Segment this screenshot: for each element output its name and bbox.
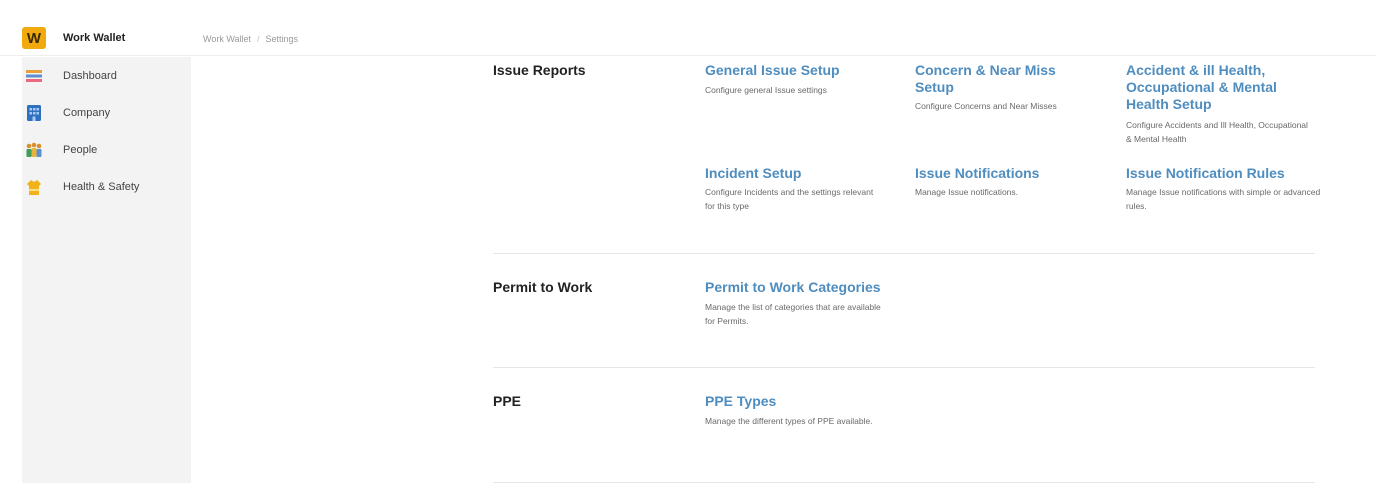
card-title-link[interactable]: Concern & Near Miss Setup: [915, 62, 1095, 96]
top-bar: W Work Wallet Work Wallet / Settings: [0, 0, 1376, 56]
people-icon: [25, 141, 43, 159]
card-title-link[interactable]: General Issue Setup: [705, 62, 895, 79]
card-issue-notification-rules[interactable]: Issue Notification Rules Manage Issue no…: [1126, 165, 1321, 213]
section-divider: [493, 253, 1315, 254]
sidebar-item-people[interactable]: People: [22, 137, 191, 163]
breadcrumb-root[interactable]: Work Wallet: [203, 34, 251, 44]
section-title: Permit to Work: [493, 279, 593, 295]
sidebar-item-company[interactable]: Company: [22, 100, 191, 126]
breadcrumb-current: Settings: [265, 34, 299, 44]
card-permit-to-work-categories[interactable]: Permit to Work Categories Manage the lis…: [705, 279, 895, 328]
sidebar: Dashboard Company People Health & Safety: [22, 57, 191, 483]
sidebar-item-label: People: [63, 144, 98, 156]
sidebar-item-health-safety[interactable]: Health & Safety: [22, 174, 191, 200]
work-wallet-logo: W: [22, 27, 46, 49]
card-description: Manage Issue notifications.: [915, 187, 1019, 197]
card-description: Configure Accidents and Ill Health, Occu…: [1126, 120, 1308, 144]
card-title-link[interactable]: Issue Notification Rules: [1126, 165, 1321, 182]
card-description: Configure general Issue settings: [705, 85, 827, 95]
card-description: Manage Issue notifications with simple o…: [1126, 187, 1321, 211]
app-name: Work Wallet: [63, 32, 126, 44]
card-title-link[interactable]: PPE Types: [705, 393, 880, 410]
health-safety-icon: [25, 178, 43, 196]
section-divider: [493, 482, 1315, 483]
sidebar-item-label: Dashboard: [63, 70, 117, 82]
card-description: Configure Concerns and Near Misses: [915, 101, 1057, 111]
dashboard-icon: [25, 67, 43, 85]
card-general-issue-setup[interactable]: General Issue Setup Configure general Is…: [705, 62, 895, 97]
brand[interactable]: W Work Wallet: [22, 27, 125, 49]
card-title-link[interactable]: Accident & ill Health, Occupational & Me…: [1126, 62, 1311, 113]
sidebar-item-label: Health & Safety: [63, 181, 140, 193]
breadcrumb: Work Wallet / Settings: [203, 34, 298, 44]
card-description: Manage the list of categories that are a…: [705, 302, 881, 326]
card-ppe-types[interactable]: PPE Types Manage the different types of …: [705, 393, 880, 428]
card-title-link[interactable]: Permit to Work Categories: [705, 279, 895, 296]
card-description: Manage the different types of PPE availa…: [705, 416, 873, 426]
card-title-link[interactable]: Incident Setup: [705, 165, 880, 182]
card-description: Configure Incidents and the settings rel…: [705, 187, 874, 211]
sidebar-item-dashboard[interactable]: Dashboard: [22, 63, 191, 89]
section-title: PPE: [493, 393, 522, 409]
section-title: Issue Reports: [493, 62, 586, 78]
building-icon: [25, 104, 43, 122]
section-divider: [493, 367, 1315, 368]
card-issue-notifications[interactable]: Issue Notifications Manage Issue notific…: [915, 165, 1105, 199]
breadcrumb-separator: /: [257, 34, 260, 44]
card-accident-ill-health-setup[interactable]: Accident & ill Health, Occupational & Me…: [1126, 62, 1311, 146]
card-concern-near-miss-setup[interactable]: Concern & Near Miss Setup Configure Conc…: [915, 62, 1095, 113]
card-incident-setup[interactable]: Incident Setup Configure Incidents and t…: [705, 165, 880, 213]
sidebar-item-label: Company: [63, 107, 111, 119]
card-title-link[interactable]: Issue Notifications: [915, 165, 1105, 182]
